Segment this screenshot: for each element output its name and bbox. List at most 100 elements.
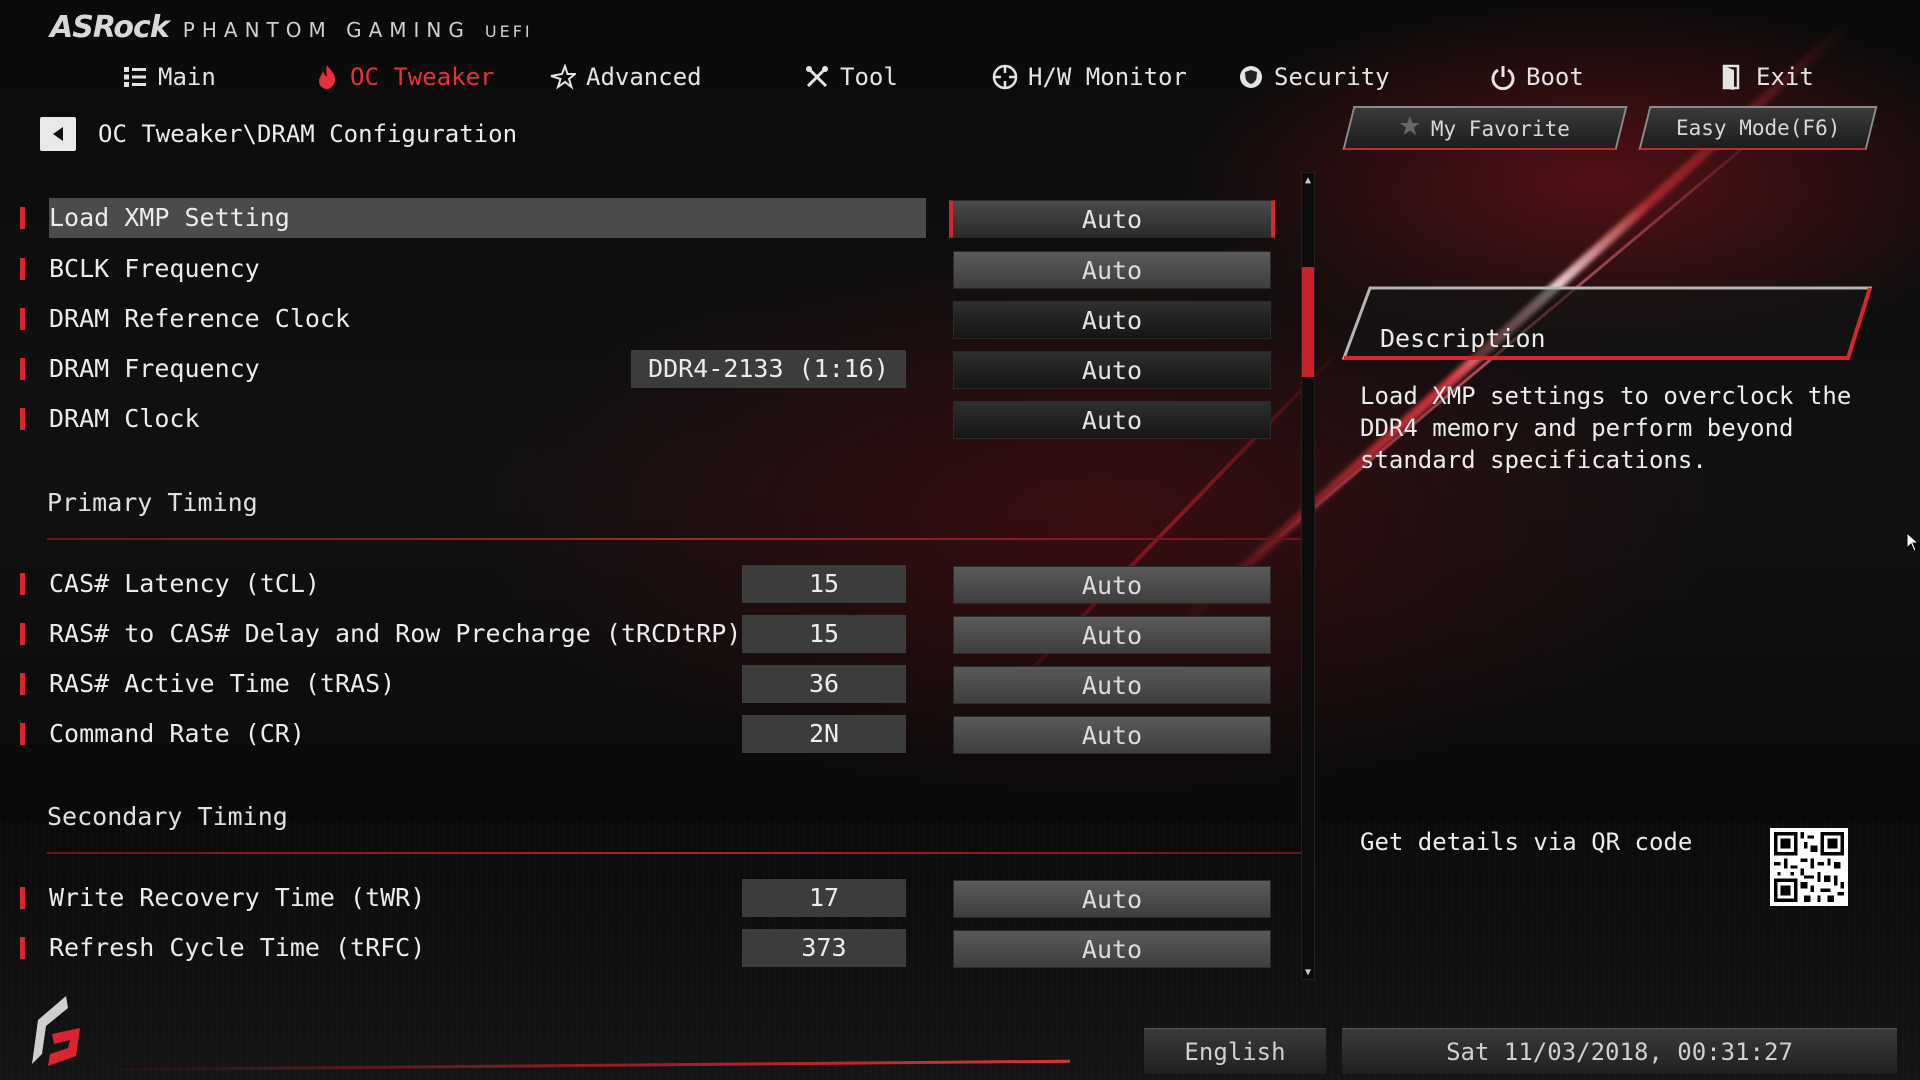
setting-label: Load XMP Setting <box>49 198 926 238</box>
star-icon <box>550 64 576 90</box>
setting-value-dropdown[interactable]: Auto <box>953 616 1271 654</box>
background <box>0 0 1920 1080</box>
scrollbar-thumb[interactable] <box>1302 267 1314 378</box>
setting-row-trcdtrp[interactable]: RAS# to CAS# Delay and Row Precharge (tR… <box>20 614 1290 654</box>
description-text: Load XMP settings to overclock the DDR4 … <box>1360 382 1852 474</box>
mouse-cursor-icon <box>1906 532 1918 552</box>
easy-mode-label: Easy Mode(F6) <box>1675 116 1841 140</box>
phantom-gaming-logo-icon <box>32 996 80 1066</box>
current-value-readout: 2N <box>742 715 906 753</box>
flame-icon <box>314 64 340 90</box>
list-icon <box>122 64 148 90</box>
section-title-secondary-timing: Secondary Timing <box>47 802 288 831</box>
brand-name: ASRock <box>50 10 170 45</box>
description-title: Description <box>1380 324 1546 353</box>
description-header: Description <box>1340 282 1880 364</box>
top-navigation: Main OC Tweaker Advanced Tool H/W Monito… <box>0 55 1920 99</box>
setting-value-dropdown[interactable]: Auto <box>953 566 1271 604</box>
qr-code-image <box>1770 828 1848 906</box>
section-divider <box>47 538 1311 540</box>
setting-row-tras[interactable]: RAS# Active Time (tRAS) 36 Auto <box>20 664 1290 704</box>
uefi-label: UEFI <box>484 22 533 41</box>
row-marker <box>20 408 25 430</box>
setting-value-dropdown[interactable]: Auto <box>953 351 1271 389</box>
scroll-up-arrow-icon[interactable]: ▲ <box>1302 173 1314 187</box>
row-marker <box>20 887 25 909</box>
tab-label: H/W Monitor <box>1028 63 1187 91</box>
language-selector[interactable]: English <box>1144 1028 1326 1074</box>
setting-row-cas-latency[interactable]: CAS# Latency (tCL) 15 Auto <box>20 564 1290 604</box>
tab-boot[interactable]: Boot <box>1490 55 1584 99</box>
setting-label: RAS# to CAS# Delay and Row Precharge (tR… <box>49 619 742 648</box>
row-marker <box>20 573 25 595</box>
row-marker <box>20 308 25 330</box>
tab-label: Exit <box>1756 63 1814 91</box>
setting-value-dropdown[interactable]: Auto <box>949 200 1275 238</box>
row-marker <box>20 937 25 959</box>
power-icon <box>1490 64 1516 90</box>
breadcrumb: OC Tweaker\DRAM Configuration <box>40 116 517 152</box>
my-favorite-button[interactable]: My Favorite <box>1342 106 1628 150</box>
qr-code-label: Get details via QR code <box>1360 828 1693 856</box>
setting-value-dropdown[interactable]: Auto <box>953 880 1271 918</box>
setting-value-dropdown[interactable]: Auto <box>953 716 1271 754</box>
tab-advanced[interactable]: Advanced <box>550 55 702 99</box>
favorite-star-icon <box>1399 115 1421 142</box>
tab-label: Advanced <box>586 63 702 91</box>
current-value-readout: 15 <box>742 565 906 603</box>
setting-row-load-xmp[interactable]: Load XMP Setting Auto <box>20 198 1290 238</box>
setting-row-trfc[interactable]: Refresh Cycle Time (tRFC) 373 Auto <box>20 928 1290 968</box>
setting-value-dropdown[interactable]: Auto <box>953 301 1271 339</box>
current-value-readout: 36 <box>742 665 906 703</box>
settings-scrollbar[interactable]: ▲ ▼ <box>1301 172 1315 980</box>
tab-label: Main <box>158 63 216 91</box>
tab-tool[interactable]: Tool <box>804 55 898 99</box>
setting-label: Refresh Cycle Time (tRFC) <box>49 933 426 962</box>
crosshair-icon <box>992 64 1018 90</box>
wrench-icon <box>804 64 830 90</box>
setting-label: CAS# Latency (tCL) <box>49 569 320 598</box>
setting-label: Command Rate (CR) <box>49 719 305 748</box>
setting-value-dropdown[interactable]: Auto <box>953 251 1271 289</box>
setting-label: RAS# Active Time (tRAS) <box>49 669 396 698</box>
tab-main[interactable]: Main <box>122 55 216 99</box>
setting-row-bclk-frequency[interactable]: BCLK Frequency Auto <box>20 249 1290 289</box>
setting-label: DRAM Frequency <box>49 354 260 383</box>
tab-label: Tool <box>840 63 898 91</box>
tab-oc-tweaker[interactable]: OC Tweaker <box>314 55 495 99</box>
easy-mode-button[interactable]: Easy Mode(F6) <box>1638 106 1878 150</box>
row-marker <box>20 207 25 229</box>
section-title-primary-timing: Primary Timing <box>47 488 258 517</box>
scroll-down-arrow-icon[interactable]: ▼ <box>1302 965 1314 979</box>
tab-hw-monitor[interactable]: H/W Monitor <box>992 55 1187 99</box>
setting-row-dram-clock[interactable]: DRAM Clock Auto <box>20 399 1290 439</box>
current-value-readout: 15 <box>742 615 906 653</box>
exit-door-icon <box>1720 64 1746 90</box>
setting-row-twr[interactable]: Write Recovery Time (tWR) 17 Auto <box>20 878 1290 918</box>
brand-logo: ASRock PHANTOM GAMING UEFI <box>50 10 533 46</box>
current-value-readout: 17 <box>742 879 906 917</box>
tab-label: Security <box>1274 63 1390 91</box>
current-value-readout: DDR4-2133 (1:16) <box>631 350 906 388</box>
row-marker <box>20 358 25 380</box>
back-arrow-icon <box>53 127 63 141</box>
row-marker <box>20 673 25 695</box>
row-marker <box>20 723 25 745</box>
setting-row-dram-frequency[interactable]: DRAM Frequency DDR4-2133 (1:16) Auto <box>20 349 1290 389</box>
breadcrumb-path: OC Tweaker\DRAM Configuration <box>98 120 518 148</box>
setting-value-dropdown[interactable]: Auto <box>953 401 1271 439</box>
tab-exit[interactable]: Exit <box>1720 55 1814 99</box>
tab-security[interactable]: Security <box>1238 55 1390 99</box>
row-marker <box>20 258 25 280</box>
setting-label: Write Recovery Time (tWR) <box>49 883 426 912</box>
shield-icon <box>1238 64 1264 90</box>
setting-value-dropdown[interactable]: Auto <box>953 666 1271 704</box>
product-name: PHANTOM GAMING <box>182 18 471 42</box>
setting-row-command-rate[interactable]: Command Rate (CR) 2N Auto <box>20 714 1290 754</box>
setting-label: DRAM Clock <box>49 404 200 433</box>
setting-row-dram-reference-clock[interactable]: DRAM Reference Clock Auto <box>20 299 1290 339</box>
setting-label: BCLK Frequency <box>49 254 260 283</box>
section-divider <box>47 852 1311 854</box>
back-button[interactable] <box>40 117 76 151</box>
setting-value-dropdown[interactable]: Auto <box>953 930 1271 968</box>
